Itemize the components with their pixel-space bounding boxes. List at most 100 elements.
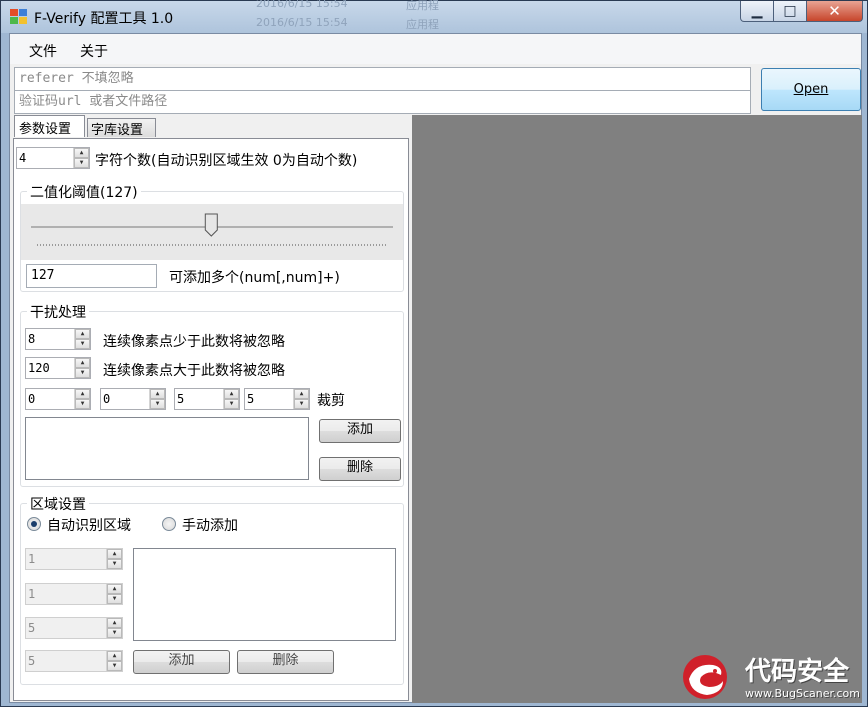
- region-title: 区域设置: [27, 494, 89, 514]
- crop-value: 5: [247, 392, 255, 406]
- crop-left-stepper[interactable]: 0 ▲ ▼: [25, 388, 91, 410]
- tab-charset[interactable]: 字库设置: [87, 118, 156, 138]
- background-text: 2016/6/15 15:54: [256, 0, 348, 10]
- noise-min-label: 连续像素点少于此数将被忽略: [103, 334, 285, 350]
- region-value: 5: [28, 654, 36, 668]
- spin-up-icon[interactable]: ▲: [224, 389, 239, 399]
- open-button[interactable]: Open: [761, 68, 861, 111]
- title-bar[interactable]: 2016/6/15 15:54 应用程 2016/6/15 15:54 应用程 …: [1, 0, 867, 33]
- crop-label: 裁剪: [317, 393, 345, 409]
- threshold-slider[interactable]: [21, 204, 403, 260]
- minimize-button[interactable]: ▁: [740, 1, 774, 22]
- noise-min-value: 8: [28, 332, 36, 346]
- region-width-stepper: 5 ▲ ▼: [25, 617, 123, 639]
- spin-down-icon[interactable]: ▼: [75, 399, 90, 409]
- spin-control[interactable]: ▲ ▼: [73, 148, 89, 168]
- watermark-site: www.BugScaner.com: [745, 687, 860, 700]
- crop-right-stepper[interactable]: 5 ▲ ▼: [174, 388, 240, 410]
- spin-up-icon: ▲: [107, 549, 122, 559]
- spin-up-icon[interactable]: ▲: [75, 329, 90, 339]
- spin-up-icon[interactable]: ▲: [74, 148, 89, 158]
- spin-down-icon[interactable]: ▼: [74, 158, 89, 168]
- spin-control[interactable]: ▲ ▼: [293, 389, 309, 409]
- spin-down-icon: ▼: [107, 559, 122, 569]
- spin-up-icon[interactable]: ▲: [294, 389, 309, 399]
- auto-region-label[interactable]: 自动识别区域: [47, 515, 131, 535]
- region-delete-button[interactable]: 删除: [237, 650, 334, 674]
- spin-down-icon[interactable]: ▼: [294, 399, 309, 409]
- referer-input[interactable]: referer 不填忽略: [14, 67, 751, 91]
- spin-up-icon: ▲: [107, 618, 122, 628]
- menu-about[interactable]: 关于: [80, 41, 108, 61]
- auto-region-radio[interactable]: [27, 517, 41, 531]
- spin-down-icon[interactable]: ▼: [75, 339, 90, 349]
- noise-min-stepper[interactable]: 8 ▲ ▼: [25, 328, 91, 350]
- spin-down-icon: ▼: [107, 594, 122, 604]
- char-count-value: 4: [19, 151, 27, 165]
- spin-down-icon: ▼: [107, 661, 122, 671]
- background-text: 应用程: [406, 18, 439, 31]
- crop-top-stepper[interactable]: 0 ▲ ▼: [100, 388, 166, 410]
- noise-add-button[interactable]: 添加: [319, 419, 401, 443]
- background-text: 应用程: [406, 0, 439, 12]
- noise-rules-list[interactable]: [25, 417, 309, 480]
- slider-track-svg: [31, 213, 393, 246]
- spin-down-icon[interactable]: ▼: [75, 368, 90, 378]
- minimize-icon: ▁: [751, 3, 763, 19]
- maximize-button[interactable]: □: [773, 1, 807, 22]
- spin-control: ▲ ▼: [106, 584, 122, 604]
- spin-up-icon[interactable]: ▲: [150, 389, 165, 399]
- threshold-group: 二值化阈值(127) 127 可添加多个(num[,num]+): [20, 182, 404, 292]
- region-list[interactable]: [133, 548, 396, 641]
- close-button[interactable]: ✕: [806, 1, 863, 22]
- spin-control[interactable]: ▲ ▼: [223, 389, 239, 409]
- spin-control: ▲ ▼: [106, 549, 122, 569]
- tab-params[interactable]: 参数设置: [14, 115, 85, 137]
- manual-region-label[interactable]: 手动添加: [182, 515, 238, 535]
- slider-thumb[interactable]: [204, 213, 218, 237]
- app-icon: [10, 9, 28, 25]
- char-count-label: 字符个数(自动识别区域生效 0为自动个数): [95, 153, 358, 169]
- spin-control[interactable]: ▲ ▼: [74, 358, 90, 378]
- menu-bar: 文件 关于: [10, 34, 861, 64]
- menu-file[interactable]: 文件: [29, 41, 57, 61]
- char-count-stepper[interactable]: 4 ▲ ▼: [16, 147, 90, 169]
- spin-up-icon: ▲: [107, 651, 122, 661]
- crop-value: 0: [28, 392, 36, 406]
- noise-max-label: 连续像素点大于此数将被忽略: [103, 363, 285, 379]
- manual-region-radio[interactable]: [162, 517, 176, 531]
- spin-control: ▲ ▼: [106, 651, 122, 671]
- noise-group: 干扰处理 8 ▲ ▼ 连续像素点少于此数将被忽略 120 ▲ ▼ 连续像素点大于此数…: [20, 302, 404, 487]
- captcha-preview-area: [412, 115, 862, 703]
- close-icon: ✕: [828, 2, 841, 20]
- spin-control: ▲ ▼: [106, 618, 122, 638]
- dragon-logo-icon: [683, 655, 727, 699]
- open-button-label: Open: [793, 82, 829, 97]
- crop-value: 0: [103, 392, 111, 406]
- spin-down-icon[interactable]: ▼: [224, 399, 239, 409]
- spin-up-icon[interactable]: ▲: [75, 358, 90, 368]
- spin-down-icon: ▼: [107, 628, 122, 638]
- maximize-icon: □: [783, 3, 797, 19]
- spin-down-icon[interactable]: ▼: [150, 399, 165, 409]
- noise-max-stepper[interactable]: 120 ▲ ▼: [25, 357, 91, 379]
- threshold-hint: 可添加多个(num[,num]+): [169, 270, 340, 286]
- spin-control[interactable]: ▲ ▼: [149, 389, 165, 409]
- region-height-stepper: 5 ▲ ▼: [25, 650, 123, 672]
- watermark-name: 代码安全: [745, 657, 850, 687]
- threshold-title: 二值化阈值(127): [27, 182, 141, 202]
- spin-up-icon: ▲: [107, 584, 122, 594]
- params-tab-page: 4 ▲ ▼ 字符个数(自动识别区域生效 0为自动个数) 二值化阈值(127) 12…: [13, 138, 409, 701]
- spin-control[interactable]: ▲ ▼: [74, 389, 90, 409]
- threshold-input[interactable]: 127: [26, 264, 157, 288]
- noise-delete-button[interactable]: 删除: [319, 457, 401, 481]
- crop-bottom-stepper[interactable]: 5 ▲ ▼: [244, 388, 310, 410]
- region-add-button[interactable]: 添加: [133, 650, 230, 674]
- region-y-stepper: 1 ▲ ▼: [25, 583, 123, 605]
- region-group: 区域设置 自动识别区域 手动添加 1 ▲ ▼ 1 ▲ ▼ 5 ▲ ▼ 5 ▲ ▼…: [20, 494, 404, 685]
- region-value: 5: [28, 621, 36, 635]
- crop-value: 5: [177, 392, 185, 406]
- spin-control[interactable]: ▲ ▼: [74, 329, 90, 349]
- captcha-url-input[interactable]: 验证码url 或者文件路径: [14, 90, 751, 114]
- spin-up-icon[interactable]: ▲: [75, 389, 90, 399]
